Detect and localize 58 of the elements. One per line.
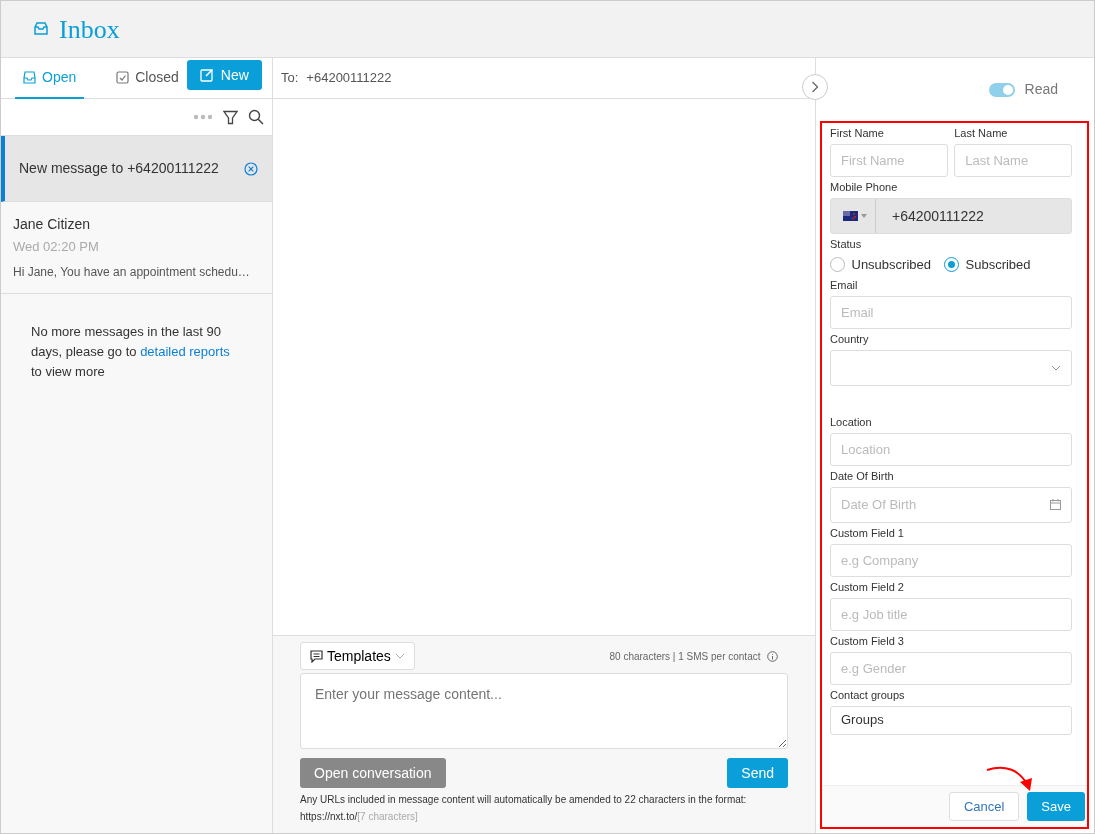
caret-icon — [861, 214, 868, 218]
radio-option[interactable]: Unsubscribed — [830, 255, 931, 275]
checkbox-icon — [116, 70, 130, 84]
field-label: Location — [830, 415, 873, 429]
field-label: Email — [830, 278, 859, 292]
collapse-button[interactable] — [802, 74, 828, 100]
field-label: First Name — [830, 127, 885, 140]
flag-icon — [843, 211, 858, 221]
recipient-number: +64200111222 — [306, 69, 392, 88]
text-field[interactable]: e.g Company — [830, 543, 1072, 577]
tray-icon — [23, 70, 36, 84]
text-field[interactable]: e.g Job title — [830, 597, 1072, 631]
text-field[interactable]: First Name — [830, 144, 948, 177]
field-label: Last Name — [954, 127, 1009, 140]
chevron-down-icon — [1051, 364, 1061, 371]
text-field[interactable]: e.g Gender — [830, 651, 1072, 685]
message-icon — [310, 649, 323, 663]
groups-field[interactable]: Groups — [830, 705, 1072, 735]
text-field[interactable]: Last Name — [954, 144, 1072, 177]
filter-icon[interactable] — [223, 109, 238, 125]
edit-icon — [199, 68, 214, 82]
conversation-item[interactable]: New message to +64200111222 — [1, 136, 272, 202]
field-label: Custom Field 1 — [830, 526, 905, 540]
info-icon[interactable] — [767, 650, 778, 662]
detailed-reports-link[interactable]: detailed reports — [140, 343, 230, 359]
read-toggle[interactable] — [988, 82, 1015, 97]
field-label: Status — [830, 238, 863, 251]
read-label: Read — [1024, 80, 1058, 99]
chevron-right-icon — [811, 81, 819, 93]
tab[interactable]: Closed — [108, 57, 187, 99]
text-field[interactable]: Email — [830, 295, 1072, 329]
message-field[interactable]: Enter your message content... — [300, 673, 788, 750]
message-preview: Hi Jane, You have an appointment schedu… — [13, 263, 251, 281]
url-note: Any URLs included in message content will automatically be amended to 22 characters in the format: https://nxt.to/[7 characters] — [300, 793, 748, 824]
search-icon[interactable] — [248, 109, 264, 125]
radio-option[interactable]: Subscribed — [944, 255, 1031, 275]
field-label: Date Of Birth — [830, 469, 895, 483]
field-label: Contact groups — [830, 688, 906, 702]
calendar-icon — [1050, 499, 1061, 510]
templates-dropdown[interactable]: Templates — [300, 642, 415, 670]
field-label: Country — [830, 332, 870, 346]
field-label: Custom Field 3 — [830, 634, 905, 648]
field-label: Custom Field 2 — [830, 580, 905, 594]
phone-field[interactable]: +64200111222 — [830, 198, 1072, 234]
text-field[interactable]: Location — [830, 432, 1072, 466]
caret-icon — [394, 653, 405, 659]
field-label: Mobile Phone — [830, 181, 899, 194]
close-icon[interactable] — [244, 161, 258, 176]
cancel-button[interactable]: Cancel — [948, 792, 1020, 821]
page-title: Inbox — [59, 13, 120, 46]
inbox-icon — [33, 21, 49, 37]
conversation-title: New message to +64200111222 — [19, 159, 219, 178]
empty-note: No more messages in the last 90 days, please go to detailed reports to view more — [30, 322, 231, 381]
open-conversation-button[interactable]: Open conversation — [300, 758, 446, 788]
message-time: Wed 02:20 PM — [13, 238, 100, 256]
character-counter: 80 characters | 1 SMS per contact — [609, 649, 761, 664]
to-label: To: — [281, 69, 299, 88]
contact-name: Jane Citizen — [13, 215, 92, 234]
